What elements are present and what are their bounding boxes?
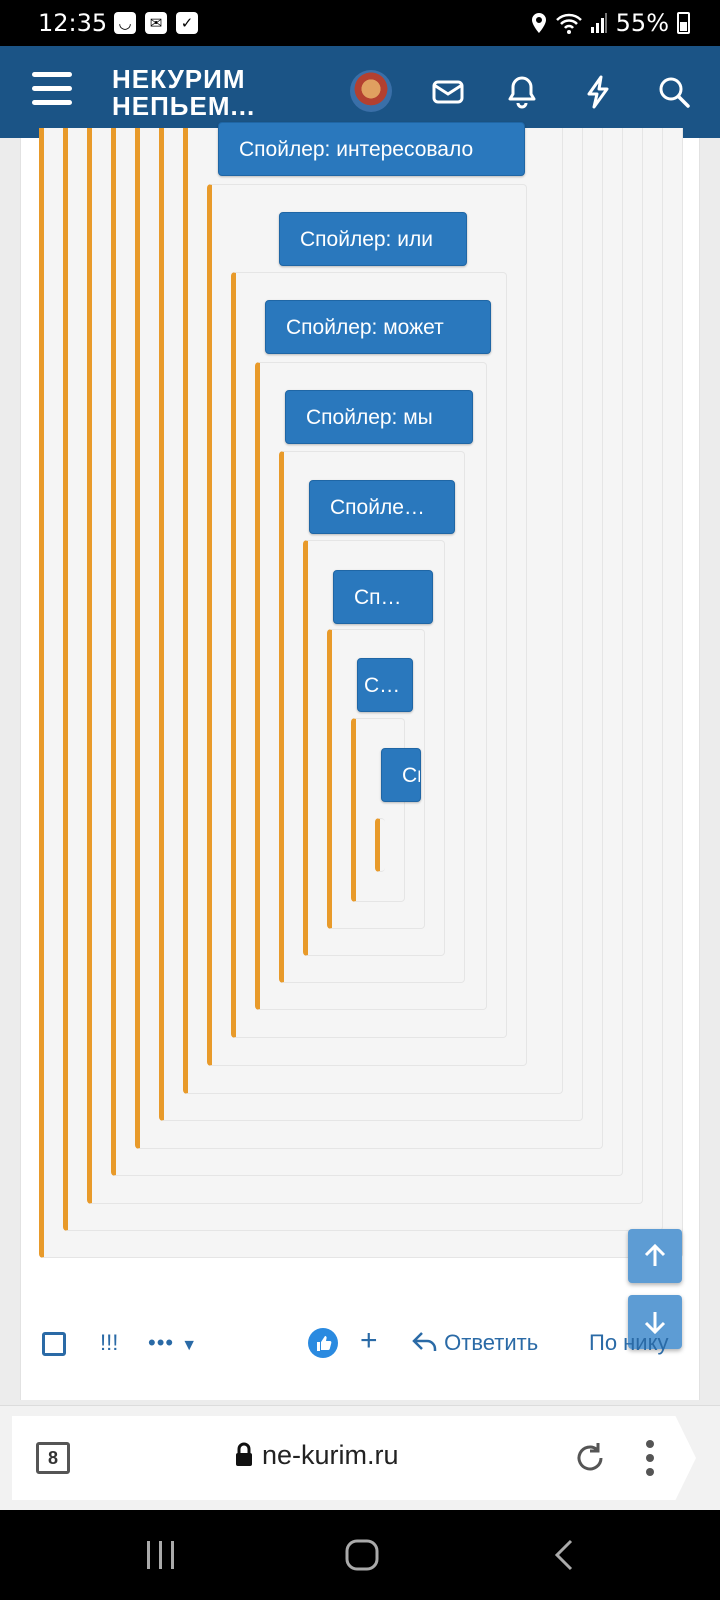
bell-icon[interactable] (502, 72, 542, 112)
signal-icon (590, 13, 607, 33)
spoiler-content (375, 818, 385, 872)
more-menu-button[interactable]: ••• ▼ (148, 1330, 198, 1356)
post-content: Спойлер: интересовало Спойлер: или Спойл… (20, 122, 700, 1400)
select-checkbox[interactable] (42, 1332, 66, 1356)
battery-percent: 55% (615, 9, 669, 37)
spoiler-button[interactable]: Спойлер: ... (357, 658, 413, 712)
notification-smile-icon: ◡ (114, 12, 136, 34)
reply-label: Ответить (444, 1330, 539, 1355)
logo-line-1: НЕКУРИМ (112, 64, 246, 94)
lock-icon (236, 1442, 252, 1466)
battery-icon (677, 12, 690, 34)
more-options-icon[interactable] (644, 1438, 656, 1478)
spoiler-content (351, 718, 405, 902)
tab-count-button[interactable]: 8 (36, 1442, 70, 1474)
system-nav-bar (0, 1510, 720, 1600)
search-icon[interactable] (654, 72, 694, 112)
spoiler-button[interactable]: Спойлер: ... (333, 570, 433, 624)
notification-mail-icon: ✉ (145, 12, 167, 34)
wifi-icon (555, 13, 582, 34)
recent-apps-icon[interactable] (144, 1539, 178, 1571)
site-logo[interactable]: НЕКУРИМ НЕПЬЕМ... (112, 66, 255, 120)
exclaim-button[interactable]: !!! (100, 1330, 118, 1356)
browser-bar: 8 ne-kurim.ru (0, 1405, 720, 1510)
lightning-icon[interactable] (578, 72, 618, 112)
back-icon[interactable] (552, 1538, 576, 1572)
inbox-icon[interactable] (428, 72, 468, 112)
location-icon (531, 13, 546, 33)
chevron-down-icon: ▼ (181, 1337, 199, 1354)
scroll-up-button[interactable] (628, 1229, 682, 1283)
notification-check-icon: ✓ (176, 12, 198, 34)
spoiler-button[interactable]: Спойлер: интересовало (218, 122, 525, 176)
avatar[interactable] (350, 70, 392, 112)
spoiler-button[interactable]: Спойлер: может (265, 300, 491, 354)
arrow-up-icon (644, 1243, 666, 1266)
url-text: ne-kurim.ru (262, 1440, 399, 1470)
plus-button[interactable]: + (360, 1324, 378, 1358)
address-bar[interactable]: 8 ne-kurim.ru (12, 1416, 696, 1500)
post-actions: !!! ••• ▼ + Ответить По нику (20, 1300, 700, 1380)
reply-button[interactable]: Ответить (412, 1330, 538, 1356)
logo-line-2: НЕПЬЕМ... (112, 91, 256, 121)
status-bar: 12:35 ◡ ✉ ✓ 55% (0, 0, 720, 46)
like-icon[interactable] (308, 1328, 338, 1358)
spoiler-button[interactable]: Спойлер: ... (309, 480, 455, 534)
reload-icon[interactable] (572, 1440, 608, 1476)
home-icon[interactable] (344, 1538, 380, 1572)
spoiler-button[interactable]: Спойлер: мы (285, 390, 473, 444)
reply-icon (412, 1332, 437, 1351)
spoiler-button[interactable]: Спойлер: или (279, 212, 467, 266)
spoiler-button[interactable]: Спойлер: ... (381, 748, 421, 802)
by-nick-button[interactable]: По нику (589, 1330, 668, 1356)
more-label: ••• (148, 1330, 175, 1355)
menu-icon[interactable] (32, 72, 72, 106)
status-time: 12:35 (38, 9, 108, 37)
